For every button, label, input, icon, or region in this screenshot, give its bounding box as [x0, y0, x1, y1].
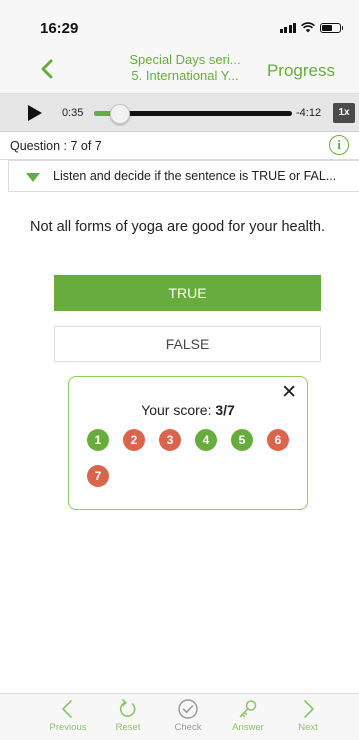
signal-icon: [279, 22, 296, 33]
reset-icon: [119, 699, 136, 717]
check-button[interactable]: Check: [158, 698, 218, 733]
close-icon[interactable]: ✕: [281, 383, 297, 403]
bottom-toolbar: Previous Reset Check Answer Next: [0, 693, 359, 740]
progress-button[interactable]: Progress: [267, 61, 335, 81]
nav-title-line1: Special Days seri...: [129, 52, 241, 67]
time-remaining: -4:12: [296, 107, 322, 119]
chevron-left-icon: [62, 700, 72, 718]
score-popup: ✕ Your score: 3/7 1 2 3 4 5 6 7: [68, 376, 308, 510]
instruction-text: Listen and decide if the sentence is TRU…: [53, 169, 337, 183]
next-label: Next: [298, 722, 318, 733]
question-badge[interactable]: 6: [267, 429, 289, 451]
nav-title-line2: 5. International Y...: [131, 68, 239, 83]
question-badge[interactable]: 7: [87, 465, 109, 487]
question-badge[interactable]: 4: [195, 429, 217, 451]
score-badges: 1 2 3 4 5 6 7: [87, 429, 297, 487]
speed-button[interactable]: 1x: [333, 103, 355, 123]
option-false-button[interactable]: FALSE: [54, 326, 321, 362]
chevron-left-icon: [41, 59, 53, 79]
score-value: 3/7: [215, 402, 235, 418]
wifi-icon: [301, 22, 315, 33]
triangle-down-icon: [26, 173, 40, 182]
previous-button[interactable]: Previous: [38, 698, 98, 733]
question-badge[interactable]: 2: [123, 429, 145, 451]
status-time: 16:29: [40, 20, 79, 37]
score-summary: Your score: 3/7: [69, 402, 307, 418]
question-badge[interactable]: 5: [231, 429, 253, 451]
battery-icon: [320, 22, 343, 33]
audio-player: 0:35 -4:12 1x: [0, 94, 359, 132]
question-badge[interactable]: 3: [159, 429, 181, 451]
nav-title: Special Days seri... 5. International Y.…: [110, 52, 260, 84]
audio-progress-thumb[interactable]: [110, 104, 130, 124]
status-bar: 16:29: [0, 0, 359, 44]
question-badge[interactable]: 1: [87, 429, 109, 451]
reset-label: Reset: [115, 722, 141, 733]
score-label: Your score:: [141, 402, 212, 418]
play-icon[interactable]: [28, 105, 42, 121]
answer-button[interactable]: Answer: [218, 698, 278, 733]
check-icon: [178, 699, 198, 719]
back-button[interactable]: [34, 54, 62, 84]
reset-button[interactable]: Reset: [98, 698, 158, 733]
audio-progress-track[interactable]: [94, 104, 292, 124]
instruction-toggle[interactable]: Listen and decide if the sentence is TRU…: [8, 160, 359, 192]
status-icons: [279, 22, 343, 33]
chevron-right-icon: [304, 700, 314, 718]
nav-bar: Special Days seri... 5. International Y.…: [0, 44, 359, 94]
answer-label: Answer: [232, 722, 264, 733]
check-label: Check: [174, 722, 202, 733]
question-text: Not all forms of yoga are good for your …: [30, 219, 325, 235]
info-icon[interactable]: i: [329, 135, 349, 155]
time-elapsed: 0:35: [62, 107, 84, 119]
key-icon: [239, 700, 257, 718]
option-true-button[interactable]: TRUE: [54, 275, 321, 311]
previous-label: Previous: [49, 722, 87, 733]
question-bar: Question : 7 of 7 i: [0, 132, 359, 160]
question-counter: Question : 7 of 7: [10, 139, 102, 153]
next-button[interactable]: Next: [278, 698, 338, 733]
